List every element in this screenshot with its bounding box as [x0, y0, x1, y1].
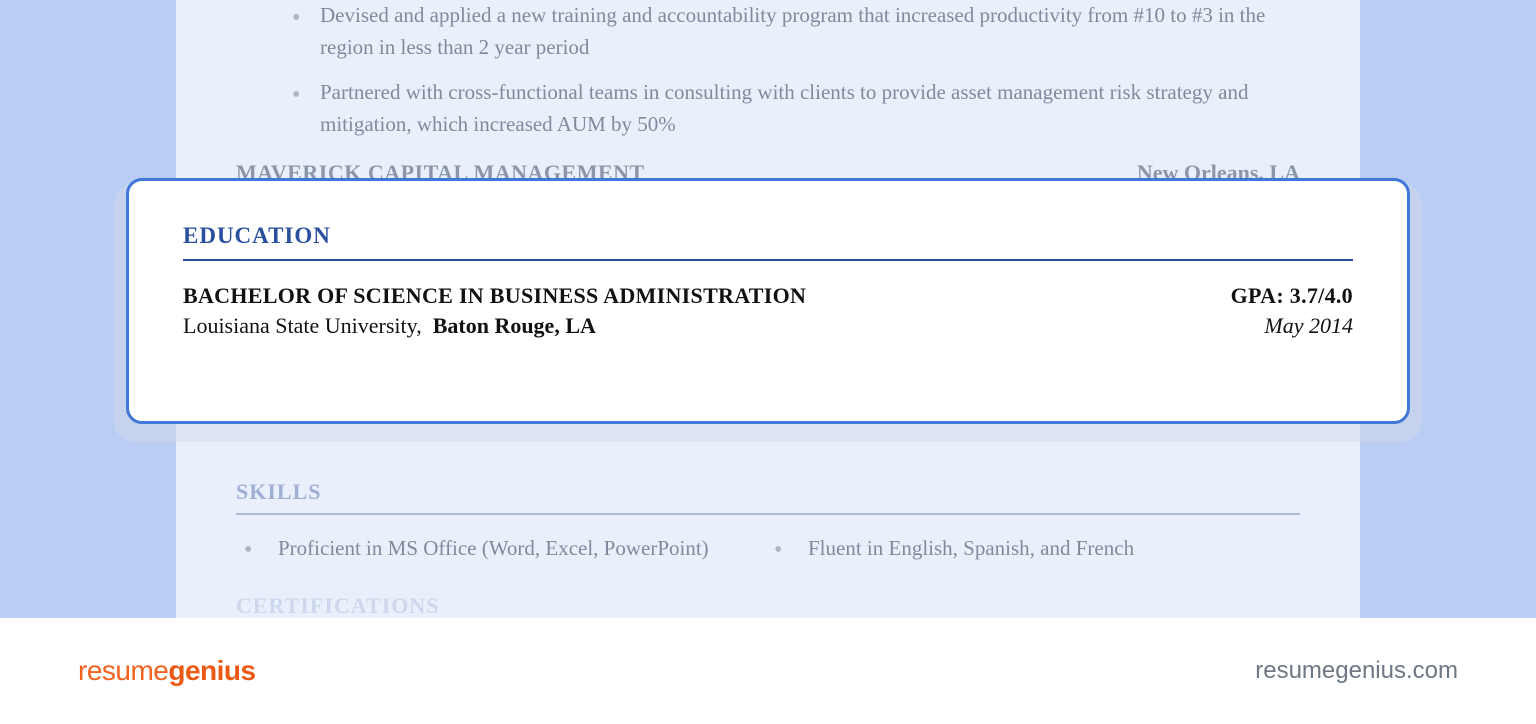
education-row-degree: BACHELOR OF SCIENCE IN BUSINESS ADMINIST…: [183, 283, 1353, 309]
skills-col-1: Proficient in MS Office (Word, Excel, Po…: [240, 533, 770, 563]
stage: Devised and applied a new training and a…: [0, 0, 1536, 724]
logo-part2: genius: [168, 655, 255, 686]
certifications-heading: CERTIFICATIONS: [236, 593, 1300, 619]
skills-col-2: Fluent in English, Spanish, and French: [770, 533, 1300, 563]
footer-url: resumegenius.com: [1255, 657, 1458, 685]
footer: resumegenius resumegenius.com: [0, 618, 1536, 724]
brand-logo: resumegenius: [78, 655, 256, 687]
education-rule: [183, 259, 1353, 261]
skills-heading: SKILLS: [236, 479, 1300, 505]
skill-item: Fluent in English, Spanish, and French: [770, 533, 1300, 563]
education-school: Louisiana State University,: [183, 313, 422, 338]
education-location: Baton Rouge, LA: [433, 313, 596, 338]
skill-item: Proficient in MS Office (Word, Excel, Po…: [240, 533, 770, 563]
experience-bullet: Partnered with cross-functional teams in…: [298, 77, 1300, 140]
education-degree: BACHELOR OF SCIENCE IN BUSINESS ADMINIST…: [183, 283, 806, 309]
skills-rule: [236, 513, 1300, 515]
experience-bullet: Devised and applied a new training and a…: [298, 0, 1300, 63]
education-highlight-card: EDUCATION BACHELOR OF SCIENCE IN BUSINES…: [126, 178, 1410, 424]
education-row-school: Louisiana State University, Baton Rouge,…: [183, 313, 1353, 339]
education-gpa: GPA: 3.7/4.0: [1231, 283, 1353, 309]
skills-grid: Proficient in MS Office (Word, Excel, Po…: [240, 533, 1300, 563]
education-date: May 2014: [1264, 313, 1353, 339]
education-heading: EDUCATION: [183, 223, 1353, 249]
experience-bullets: Devised and applied a new training and a…: [298, 0, 1300, 140]
logo-part1: resume: [78, 655, 168, 686]
education-school-line: Louisiana State University, Baton Rouge,…: [183, 313, 596, 339]
